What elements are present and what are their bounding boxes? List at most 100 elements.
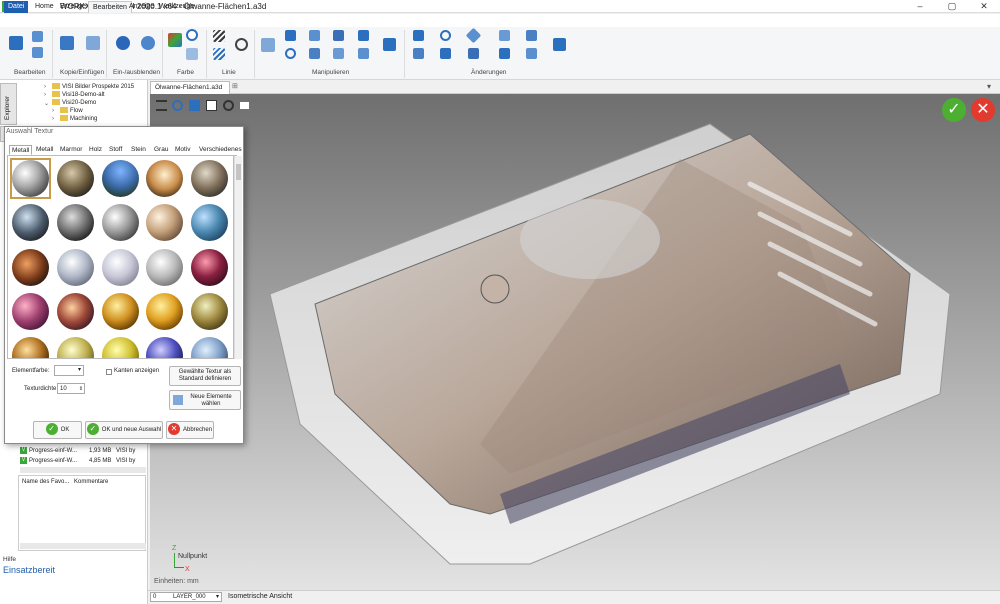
circle-edit-icon[interactable] <box>440 30 451 41</box>
texture-swatch[interactable] <box>57 204 94 241</box>
modify-icon[interactable] <box>413 30 424 41</box>
tab-werkzeuge[interactable]: Werkzeuge <box>155 1 198 13</box>
tab-home[interactable]: Home <box>31 1 58 13</box>
curve-edit-icon[interactable] <box>440 48 451 59</box>
tab-stein[interactable]: Stein <box>129 145 148 155</box>
tree-folder-5[interactable]: Machining <box>60 115 97 124</box>
color-cube-icon[interactable] <box>168 33 182 47</box>
copy-icon[interactable] <box>86 36 100 50</box>
zoom-icon[interactable] <box>223 100 234 111</box>
file-list-scrollbar[interactable] <box>20 467 146 473</box>
texture-swatch[interactable] <box>102 249 139 286</box>
place-icon[interactable] <box>383 38 396 51</box>
document-tab[interactable]: Ölwanne-Flächen1.a3d <box>150 81 230 94</box>
array-icon[interactable] <box>358 48 369 59</box>
align-icon[interactable] <box>333 48 344 59</box>
ok-new-selection-button[interactable]: ✓ OK und neue Auswahl <box>85 421 163 439</box>
tab-dropdown-icon[interactable]: ▾ <box>987 82 991 91</box>
maximize-button[interactable]: ▢ <box>937 0 967 13</box>
texture-swatch[interactable] <box>146 337 183 358</box>
orbit-icon[interactable] <box>172 100 183 111</box>
line-width-icon[interactable] <box>213 48 225 60</box>
texture-swatch[interactable] <box>102 337 139 358</box>
texture-swatch[interactable] <box>146 160 183 197</box>
tree-expander[interactable]: › <box>52 116 54 122</box>
paste-icon[interactable] <box>60 36 74 50</box>
fav-column-name[interactable]: Name des Favo... <box>22 479 69 485</box>
fillet-icon[interactable] <box>468 48 479 59</box>
tab-verschiedenes[interactable]: Verschiedenes <box>197 145 244 155</box>
texture-swatch[interactable] <box>12 204 49 241</box>
edges-checkbox[interactable] <box>106 369 112 375</box>
fav-column-comments[interactable]: Kommentare <box>74 479 108 485</box>
rotate-icon[interactable] <box>285 48 296 59</box>
minimize-button[interactable]: – <box>905 0 935 13</box>
texture-icon[interactable] <box>186 48 198 60</box>
scroll-thumb[interactable] <box>236 164 241 180</box>
texture-swatch[interactable] <box>102 160 139 197</box>
cancel-button[interactable]: ✕ Abbrechen <box>166 421 214 439</box>
texture-swatch[interactable] <box>57 337 94 358</box>
show-hide-icon[interactable] <box>116 36 130 50</box>
color-wheel-icon[interactable] <box>186 29 198 41</box>
texture-swatch[interactable] <box>191 249 228 286</box>
tab-metall-1[interactable]: Metall <box>9 145 33 155</box>
texture-swatch[interactable] <box>102 293 139 330</box>
new-elements-button[interactable]: Neue Elemente wählen <box>169 390 241 410</box>
texture-swatch[interactable] <box>57 293 94 330</box>
texture-swatch[interactable] <box>191 293 228 330</box>
texture-swatch[interactable] <box>146 293 183 330</box>
shading-icon[interactable] <box>206 100 217 111</box>
split-icon[interactable] <box>499 48 510 59</box>
tab-metall-2[interactable]: Metall <box>34 145 55 155</box>
tree-expander[interactable]: ⌄ <box>44 100 49 107</box>
texture-swatch[interactable] <box>102 204 139 241</box>
file-row-2[interactable]: V Progress-einf-W... 4,85 MB VISI by <box>20 457 135 466</box>
3d-viewport[interactable] <box>150 94 1000 590</box>
file-row-1[interactable]: V Progress-einf-W... 1,93 MB VISI by <box>20 447 135 456</box>
tree-expander[interactable]: › <box>44 92 46 98</box>
texture-swatch[interactable] <box>57 249 94 286</box>
extend-icon[interactable] <box>499 30 510 41</box>
nodes-edit-icon[interactable] <box>553 38 566 51</box>
offset-icon[interactable] <box>526 30 537 41</box>
tab-stoff[interactable]: Stoff <box>107 145 124 155</box>
box-edit-icon[interactable] <box>32 31 43 42</box>
viewport-cancel-button[interactable]: ✕ <box>971 98 995 122</box>
texture-swatch[interactable] <box>146 204 183 241</box>
texture-swatch[interactable] <box>57 160 94 197</box>
translate-icon[interactable] <box>285 30 296 41</box>
viewport-ok-button[interactable]: ✓ <box>942 98 966 122</box>
trim-icon[interactable] <box>413 48 424 59</box>
new-tab-icon[interactable]: ⊞ <box>232 82 238 90</box>
tab-anzeige[interactable]: Anzeige <box>125 1 158 13</box>
element-color-dropdown[interactable]: ▾ <box>54 365 84 376</box>
tab-grau[interactable]: Grau <box>152 145 170 155</box>
window-icon[interactable] <box>240 102 249 109</box>
pattern-icon[interactable] <box>333 30 344 41</box>
texture-swatch[interactable] <box>191 204 228 241</box>
scale-icon[interactable] <box>309 48 320 59</box>
texture-swatch[interactable] <box>12 249 49 286</box>
tree-expander[interactable]: › <box>52 108 54 114</box>
texture-swatch[interactable] <box>146 249 183 286</box>
texture-swatch[interactable] <box>12 293 49 330</box>
delete-icon[interactable] <box>9 36 23 50</box>
palette-icon[interactable] <box>235 38 248 51</box>
texture-swatch[interactable] <box>191 337 228 358</box>
chamfer-icon[interactable] <box>526 48 537 59</box>
texture-swatch[interactable] <box>191 160 228 197</box>
mirror-icon[interactable] <box>309 30 320 41</box>
tab-holz[interactable]: Holz <box>87 145 104 155</box>
box-select-icon[interactable] <box>32 47 43 58</box>
tab-datei[interactable]: Datei <box>4 1 29 13</box>
define-standard-button[interactable]: Gewählte Textur als Standard definieren <box>169 366 241 386</box>
density-input[interactable]: 10 ⇕ <box>57 383 85 394</box>
tab-motiv[interactable]: Motiv <box>173 145 193 155</box>
texture-scrollbar[interactable] <box>234 156 242 359</box>
explorer-tab[interactable]: Explorer <box>0 83 17 125</box>
tree-expander[interactable]: › <box>44 84 46 90</box>
eye-icon[interactable] <box>141 36 155 50</box>
line-style-icon[interactable] <box>213 30 225 42</box>
close-button[interactable]: ✕ <box>969 0 999 13</box>
